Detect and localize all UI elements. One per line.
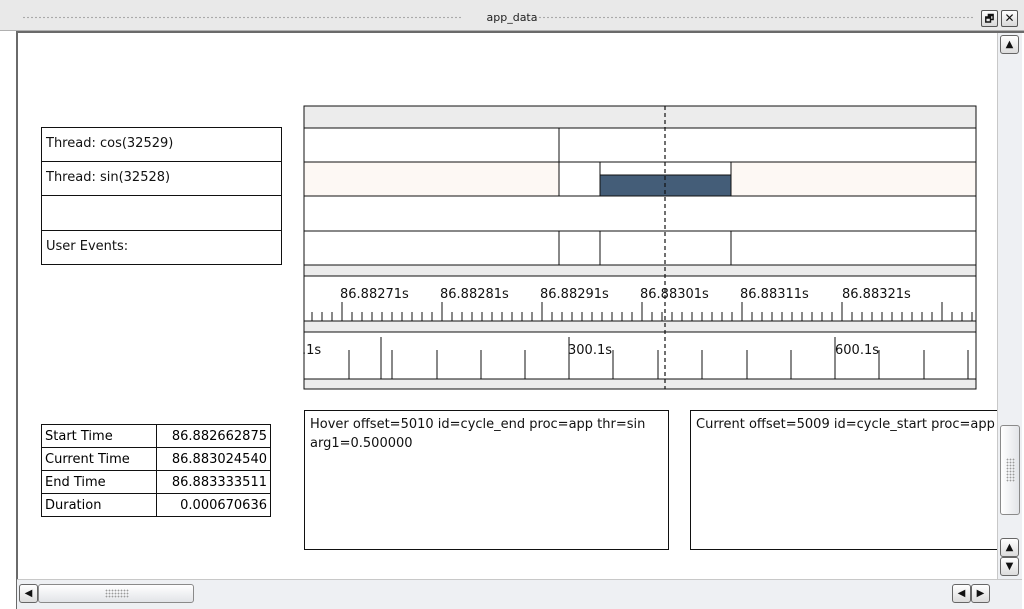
hover-info-line: arg1=0.500000 [310,436,413,451]
ruler-label: 86.88271s [340,287,409,302]
horizontal-scroll-thumb[interactable] [38,584,194,603]
table-row: End Time 86.883333511 [41,470,271,494]
vertical-scroll-thumb[interactable] [1000,425,1020,515]
scroll-left-button[interactable]: ◀ [19,584,38,603]
arrow-up-icon: ▲ [1005,542,1014,553]
track-cos[interactable] [303,127,977,163]
sin-segment[interactable] [558,161,601,197]
ruler-label: .1s [302,343,322,358]
stat-key: Duration [41,493,157,517]
track-user-events[interactable] [303,230,977,266]
ruler-top-band [303,264,977,277]
arrow-left-icon: ◀ [957,588,966,599]
scroll-left-button-right[interactable]: ◀ [952,584,971,603]
scroll-right-button[interactable]: ▶ [971,584,990,603]
ruler-label: 600.1s [835,343,879,358]
horizontal-scrollbar[interactable]: ◀ ◀ ▶ [17,579,1022,609]
current-info-line: Current offset=5009 id=cycle_start proc=… [696,417,995,432]
ruler-label: 86.88291s [540,287,609,302]
table-row: Start Time 86.882662875 [41,424,271,448]
table-row: Current Time 86.883024540 [41,447,271,471]
ruler-label: 86.88301s [640,287,709,302]
vertical-scrollbar[interactable]: ▲ ▲ ▼ [997,33,1022,579]
ruler-mid-band [303,320,977,333]
ruler-label: 86.88281s [440,287,509,302]
grip-icon [105,589,129,598]
current-info-panel[interactable]: Current offset=5009 id=cycle_start proc=… [690,410,997,550]
arrow-up-icon: ▲ [1005,39,1014,50]
scroll-up-button-lower[interactable]: ▲ [1000,538,1019,557]
arrow-right-icon: ▶ [976,588,985,599]
time-stats-table: Start Time 86.882662875 Current Time 86.… [41,424,271,517]
stat-value: 0.000670636 [156,493,271,517]
timeline-header-band [303,105,977,129]
stat-value: 86.883024540 [156,447,271,471]
stat-key: Current Time [41,447,157,471]
table-row: Duration 0.000670636 [41,493,271,517]
hover-info-panel[interactable]: Hover offset=5010 id=cycle_end proc=app … [304,410,669,550]
stat-value: 86.882662875 [156,424,271,448]
arrow-left-icon: ◀ [24,588,33,599]
arrow-down-icon: ▼ [1005,561,1014,572]
stat-key: Start Time [41,424,157,448]
scroll-down-button[interactable]: ▼ [1000,557,1019,576]
grip-icon [1006,458,1015,482]
scroll-up-button[interactable]: ▲ [1000,35,1019,54]
stat-key: End Time [41,470,157,494]
track-empty[interactable] [303,195,977,232]
ruler-label: 86.88311s [740,287,809,302]
ruler-label: 300.1s [568,343,612,358]
ruler-bottom-band [303,378,977,390]
hover-info-line: Hover offset=5010 id=cycle_end proc=app … [310,417,646,432]
ruler-label: 86.88321s [842,287,911,302]
stat-value: 86.883333511 [156,470,271,494]
